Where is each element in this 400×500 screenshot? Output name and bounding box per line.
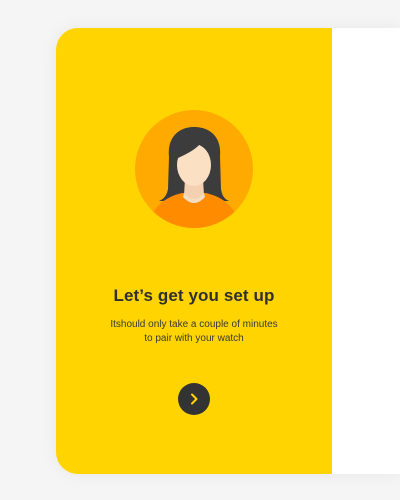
onboarding-panel: Let’s get you set up Itshould only take … <box>56 28 332 474</box>
chevron-right-icon <box>191 393 198 405</box>
subtitle-line-2: to pair with your watch <box>144 333 244 344</box>
onboarding-title: Let’s get you set up <box>113 286 275 305</box>
next-button[interactable] <box>178 383 210 415</box>
female-user-avatar-icon <box>135 110 253 228</box>
screen: Let’s get you set up Itshould only take … <box>0 0 400 500</box>
side-panel <box>332 28 400 474</box>
onboarding-card: Let’s get you set up Itshould only take … <box>56 28 400 474</box>
subtitle-line-1: Itshould only take a couple of minutes <box>110 319 278 330</box>
onboarding-subtitle: Itshould only take a couple of minutes t… <box>96 318 292 346</box>
